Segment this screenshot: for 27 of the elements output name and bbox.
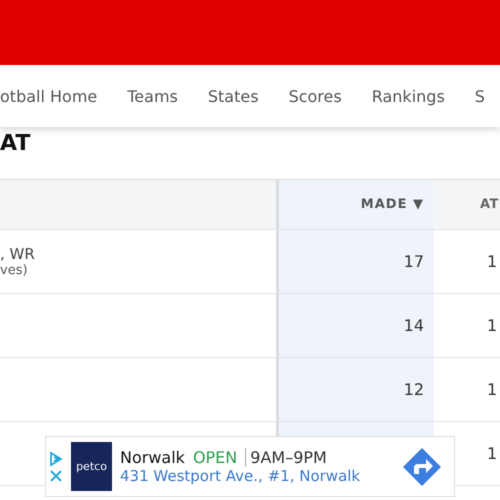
nav-link[interactable]: Rankings <box>372 86 445 106</box>
store-name: Norwalk <box>120 448 185 467</box>
close-icon[interactable] <box>49 468 63 482</box>
player-school: ves) <box>0 263 29 278</box>
table-cell-text: 1 <box>486 443 498 465</box>
nav-link[interactable]: States <box>208 86 259 106</box>
brand-name: petco <box>76 460 107 473</box>
table-cell: 14 <box>279 294 434 357</box>
adchoices-icon[interactable] <box>49 450 63 466</box>
table-cell-text: 1 <box>486 379 498 401</box>
store-hours: 9AM–9PM <box>245 448 327 467</box>
table-cell-text: 1 <box>486 251 498 273</box>
nav-link[interactable]: Teams <box>127 86 178 106</box>
nav-link[interactable]: otball Home <box>0 86 98 106</box>
page-title: AT <box>0 130 32 158</box>
table-cell: 17 <box>279 230 434 293</box>
store-status: OPEN <box>192 448 238 467</box>
ad-banner[interactable]: petco Norwalk OPEN 9AM–9PM 431 Westport Ave., #1, Norwalk <box>45 436 455 497</box>
store-address[interactable]: 431 Westport Ave., #1, Norwalk <box>120 467 394 485</box>
table-cell: 12 <box>279 358 434 421</box>
player-name: , WR <box>0 245 36 263</box>
nav-link[interactable]: Scores <box>288 86 342 106</box>
column-header[interactable]: MADE ▼ <box>279 180 434 229</box>
nav-link[interactable]: S <box>474 86 485 106</box>
directions-icon[interactable] <box>402 446 442 486</box>
column-header[interactable]: AT <box>434 180 500 229</box>
table-cell-text: 1 <box>486 315 498 337</box>
